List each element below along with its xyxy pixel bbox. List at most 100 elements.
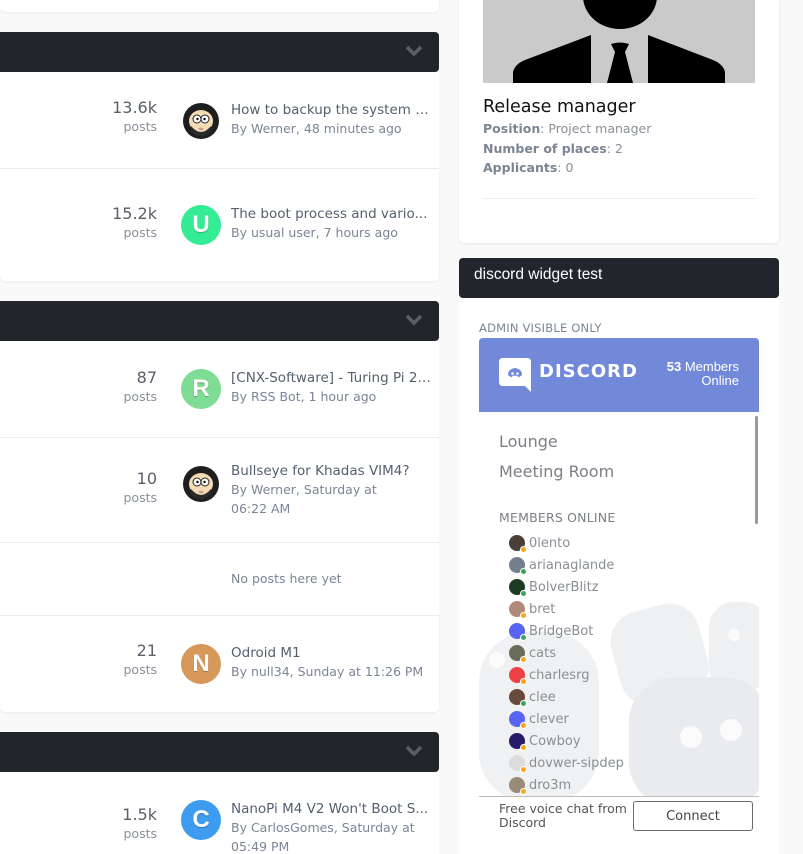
last-post: [CNX-Software] - Turing Pi 2 ... By RSS … bbox=[231, 369, 431, 406]
job-image bbox=[483, 0, 755, 83]
members-online-title: MEMBERS ONLINE bbox=[499, 510, 616, 525]
member-avatar bbox=[509, 579, 527, 597]
member-item[interactable]: BridgeBot bbox=[509, 622, 594, 641]
members-online-count: 53 Members Online bbox=[666, 359, 739, 388]
member-item[interactable]: BolverBlitz bbox=[509, 578, 599, 597]
last-post-title[interactable]: Bullseye for Khadas VIM4? bbox=[231, 462, 431, 480]
discord-embed: DISCORD 53 Members Online Lounge Meeting… bbox=[479, 338, 759, 854]
last-post-byline: By RSS Bot, 1 hour ago bbox=[231, 389, 377, 404]
user-avatar[interactable] bbox=[181, 100, 221, 140]
no-posts-text: No posts here yet bbox=[231, 571, 342, 586]
admin-visible-label: ADMIN VISIBLE ONLY bbox=[479, 321, 602, 335]
member-item[interactable]: Cowboy bbox=[509, 732, 581, 751]
post-count: 15.2k posts bbox=[112, 204, 157, 240]
member-item[interactable]: 0lento bbox=[509, 534, 571, 553]
member-name: 0lento bbox=[529, 535, 571, 551]
channel-lounge[interactable]: Lounge bbox=[499, 432, 558, 451]
user-avatar[interactable]: N bbox=[181, 644, 221, 684]
last-post-byline: By CarlosGomes, Saturday at 05:49 PM bbox=[231, 820, 415, 854]
user-avatar[interactable]: R bbox=[181, 369, 221, 409]
member-item[interactable]: clee bbox=[509, 688, 556, 707]
status-dot-icon bbox=[520, 678, 527, 685]
connect-button[interactable]: Connect bbox=[633, 801, 753, 831]
forum-row[interactable]: 10 posts Bullseye for Khadas VIM4? By We… bbox=[0, 438, 439, 543]
member-name: dovwer-sipdep bbox=[529, 755, 624, 771]
member-avatar bbox=[509, 711, 527, 729]
discord-footer: Free voice chat from Discord Connect bbox=[479, 796, 759, 854]
member-avatar bbox=[509, 667, 527, 685]
discord-member-list[interactable]: Lounge Meeting Room MEMBERS ONLINE 0lent… bbox=[479, 412, 759, 796]
member-name: cats bbox=[529, 645, 556, 661]
forum-row[interactable]: 87 posts R [CNX-Software] - Turing Pi 2 … bbox=[0, 341, 439, 438]
divider bbox=[483, 198, 755, 199]
forum-row[interactable]: 13.6k posts How to backup the system i..… bbox=[0, 72, 439, 169]
status-dot-icon bbox=[520, 766, 527, 773]
user-avatar[interactable]: C bbox=[181, 800, 221, 840]
last-post-byline: By usual user, 7 hours ago bbox=[231, 225, 398, 240]
member-avatar bbox=[509, 755, 527, 773]
status-dot-icon bbox=[520, 546, 527, 553]
scrollbar[interactable] bbox=[755, 416, 758, 524]
member-avatar bbox=[509, 733, 527, 751]
status-dot-icon bbox=[520, 612, 527, 619]
last-post-byline: By Werner, Saturday at 06:22 AM bbox=[231, 482, 377, 516]
member-item[interactable]: charlesrg bbox=[509, 666, 589, 685]
post-count: 21 posts bbox=[123, 641, 157, 677]
category-header bbox=[0, 301, 439, 341]
last-post-byline: By Werner, 48 minutes ago bbox=[231, 121, 402, 136]
member-name: BolverBlitz bbox=[529, 579, 599, 595]
member-item[interactable]: dovwer-sipdep bbox=[509, 754, 624, 773]
member-avatar bbox=[509, 645, 527, 663]
last-post: The boot process and vario... By usual u… bbox=[231, 205, 431, 242]
post-count: 87 posts bbox=[123, 368, 157, 404]
cartoon-avatar-icon bbox=[183, 466, 219, 502]
last-post-title[interactable]: [CNX-Software] - Turing Pi 2 ... bbox=[231, 369, 431, 387]
widget-title: discord widget test bbox=[459, 258, 779, 298]
post-count: 1.5k posts bbox=[122, 805, 157, 841]
member-name: clee bbox=[529, 689, 556, 705]
last-post-title[interactable]: NanoPi M4 V2 Won't Boot S... bbox=[231, 800, 431, 818]
category-header bbox=[0, 32, 439, 72]
member-item[interactable]: cats bbox=[509, 644, 556, 663]
status-dot-icon bbox=[520, 788, 527, 795]
forum-row[interactable]: 15.2k posts U The boot process and vario… bbox=[0, 169, 439, 281]
category-header bbox=[0, 732, 439, 772]
member-avatar bbox=[509, 689, 527, 707]
job-card: Release manager Position: Project manage… bbox=[459, 0, 779, 243]
post-count: 13.6k posts bbox=[112, 98, 157, 134]
member-item[interactable]: bret bbox=[509, 600, 555, 619]
user-avatar[interactable] bbox=[181, 463, 221, 503]
member-item[interactable]: dro3m bbox=[509, 776, 571, 795]
discord-header: DISCORD 53 Members Online bbox=[479, 338, 759, 412]
job-position: Position: Project manager bbox=[483, 121, 652, 136]
post-count: 10 posts bbox=[123, 469, 157, 505]
chevron-down-icon[interactable] bbox=[405, 313, 423, 327]
forum-row[interactable]: 21 posts N Odroid M1 By null34, Sunday a… bbox=[0, 616, 439, 712]
job-title[interactable]: Release manager bbox=[483, 97, 636, 117]
last-post-title[interactable]: How to backup the system i... bbox=[231, 101, 431, 119]
member-name: arianaglande bbox=[529, 557, 615, 573]
member-name: Cowboy bbox=[529, 733, 581, 749]
forum-row[interactable]: No posts here yet bbox=[0, 543, 439, 616]
last-post-title[interactable]: Odroid M1 bbox=[231, 644, 431, 662]
status-dot-icon bbox=[520, 656, 527, 663]
status-dot-icon bbox=[520, 590, 527, 597]
status-dot-icon bbox=[520, 634, 527, 641]
chevron-down-icon[interactable] bbox=[405, 744, 423, 758]
job-applicants: Applicants: 0 bbox=[483, 160, 574, 175]
status-dot-icon bbox=[520, 722, 527, 729]
discord-logo-icon bbox=[499, 358, 531, 392]
page: 13.6k posts How to backup the system i..… bbox=[0, 0, 803, 854]
last-post-title[interactable]: The boot process and vario... bbox=[231, 205, 431, 223]
user-avatar[interactable]: U bbox=[181, 205, 221, 245]
member-avatar bbox=[509, 557, 527, 575]
member-avatar bbox=[509, 601, 527, 619]
member-item[interactable]: arianaglande bbox=[509, 556, 615, 575]
forum-row[interactable]: 1.5k posts C NanoPi M4 V2 Won't Boot S..… bbox=[0, 772, 439, 854]
member-item[interactable]: clever bbox=[509, 710, 569, 729]
last-post: NanoPi M4 V2 Won't Boot S... By CarlosGo… bbox=[231, 800, 431, 854]
chevron-down-icon[interactable] bbox=[405, 44, 423, 58]
member-name: BridgeBot bbox=[529, 623, 594, 639]
channel-meeting-room[interactable]: Meeting Room bbox=[499, 462, 614, 481]
last-post-byline: By null34, Sunday at 11:26 PM bbox=[231, 664, 424, 679]
